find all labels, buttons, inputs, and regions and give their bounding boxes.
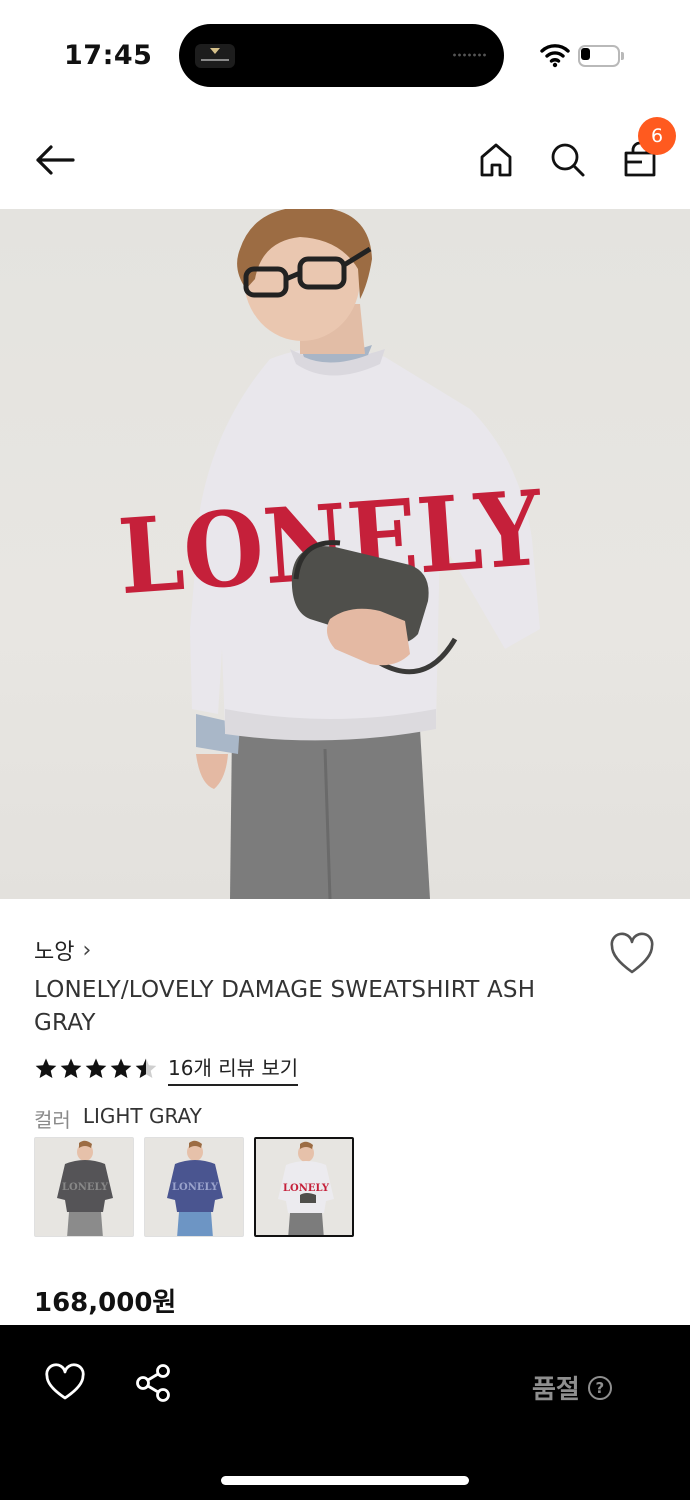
svg-text:LONELY: LONELY [62, 1182, 109, 1193]
product-title: LONELY/LOVELY DAMAGE SWEATSHIRT ASH GRAY [34, 977, 536, 1036]
rating-stars [34, 1057, 158, 1081]
back-button[interactable] [31, 136, 79, 184]
svg-text:LONELY: LONELY [283, 1183, 330, 1194]
swatch-charcoal[interactable]: LONELY [34, 1137, 134, 1237]
star-icon [85, 1058, 107, 1078]
bottom-action-bar: 품절 ? [0, 1325, 690, 1500]
color-swatches: LONELY LONELY LONELY [34, 1137, 354, 1237]
help-icon[interactable]: ? [587, 1375, 612, 1400]
star-icon [135, 1058, 157, 1078]
rating-row: 16개 리뷰 보기 [34, 1052, 299, 1086]
top-nav [0, 118, 690, 198]
swatch-light-gray[interactable]: LONELY [254, 1137, 354, 1237]
island-app-logo [195, 44, 235, 68]
product-main-image[interactable]: LONELY [0, 209, 690, 899]
star-icon [35, 1058, 57, 1078]
battery-icon [578, 45, 624, 67]
search-button[interactable] [544, 136, 592, 184]
swatch-navy[interactable]: LONELY [144, 1137, 244, 1237]
brand-link[interactable]: 노앙 › [34, 934, 91, 966]
status-time: 17:45 [64, 40, 153, 71]
home-button[interactable] [472, 136, 520, 184]
home-indicator [221, 1476, 469, 1485]
star-icon [110, 1058, 132, 1078]
product-photo: LONELY [115, 209, 547, 899]
wifi-icon [540, 44, 570, 68]
color-label: 컬러 [34, 1108, 71, 1132]
soldout-label: 품절 [532, 1375, 580, 1405]
share-icon[interactable] [133, 1363, 175, 1403]
cart-count-badge: 6 [638, 117, 676, 155]
back-arrow-icon [36, 145, 75, 175]
heart-icon[interactable] [44, 1363, 86, 1403]
search-icon [551, 143, 585, 177]
chevron-right-icon: › [82, 937, 92, 963]
status-bar: 17:45 [0, 0, 690, 100]
svg-text:LONELY: LONELY [172, 1182, 219, 1193]
island-dots [452, 53, 486, 57]
color-row: 컬러 LIGHT GRAY [34, 1104, 202, 1133]
star-icon [60, 1058, 82, 1078]
reviews-link[interactable]: 16개 리뷰 보기 [168, 1052, 299, 1086]
home-icon [480, 143, 512, 177]
soldout-status[interactable]: 품절 ? [532, 1369, 612, 1406]
brand-name: 노앙 [34, 940, 75, 965]
color-value: LIGHT GRAY [82, 1104, 202, 1128]
wishlist-heart-icon[interactable] [608, 932, 656, 978]
dynamic-island [179, 24, 504, 87]
product-price: 168,000원 [34, 1288, 177, 1318]
